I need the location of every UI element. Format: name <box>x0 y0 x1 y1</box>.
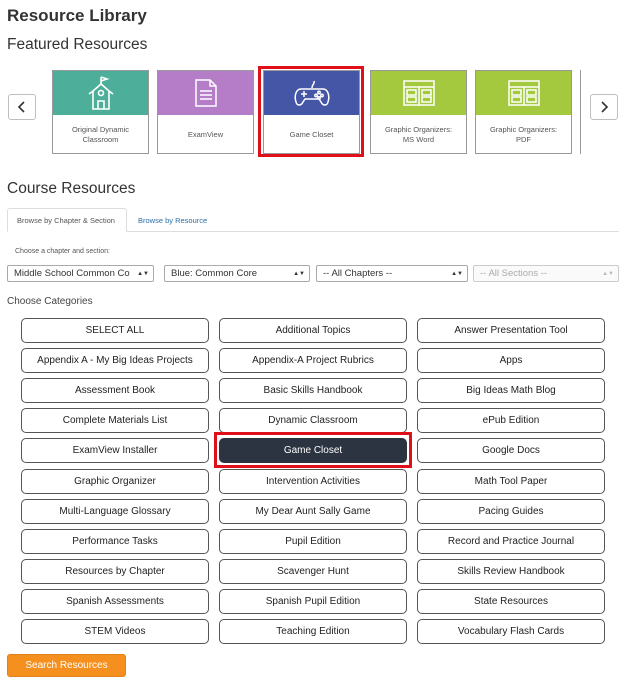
card-icon-area <box>476 71 571 115</box>
select-value: Middle School Common Co <box>14 268 130 279</box>
caret-down-icon: ▲▼ <box>137 271 149 277</box>
category-button[interactable]: Record and Practice Journal <box>417 529 605 554</box>
card-label: Graphic Organizers: MS Word <box>384 125 453 144</box>
category-button[interactable]: ExamView Installer <box>21 438 209 463</box>
organizer-icon <box>507 80 540 106</box>
select-value: Blue: Common Core <box>171 268 258 279</box>
schoolhouse-icon <box>88 76 113 110</box>
category-button[interactable]: Intervention Activities <box>219 469 407 494</box>
category-button[interactable]: Google Docs <box>417 438 605 463</box>
carousel-next-button[interactable] <box>590 94 618 120</box>
gamepad-icon <box>293 80 330 106</box>
category-button[interactable]: Multi-Language Glossary <box>21 499 209 524</box>
featured-card-game-closet[interactable]: Game Closet <box>263 70 360 154</box>
card-icon-area <box>371 71 466 115</box>
course-select[interactable]: Middle School Common Co ▲▼ <box>7 265 154 282</box>
page-title: Resource Library <box>7 6 147 25</box>
category-button[interactable]: Appendix-A Project Rubrics <box>219 348 407 373</box>
card-label: Graphic Organizers: PDF <box>489 125 558 144</box>
chapter-select[interactable]: -- All Chapters -- ▲▼ <box>316 265 468 282</box>
caret-down-icon: ▲▼ <box>451 271 463 277</box>
card-icon-area <box>53 71 148 115</box>
browse-tabs: Browse by Chapter & Section Browse by Re… <box>7 208 619 232</box>
category-button[interactable]: Dynamic Classroom <box>219 408 407 433</box>
select-value: -- All Chapters -- <box>323 268 393 279</box>
chevron-right-icon <box>601 101 609 113</box>
category-button[interactable]: Performance Tasks <box>21 529 209 554</box>
card-label: Original Dynamic Classroom <box>71 125 130 144</box>
featured-card-partial <box>580 70 583 154</box>
category-button[interactable]: Spanish Assessments <box>21 589 209 614</box>
category-button[interactable]: Spanish Pupil Edition <box>219 589 407 614</box>
tab-browse-by-chapter-section[interactable]: Browse by Chapter & Section <box>7 208 127 232</box>
category-button[interactable]: Game Closet <box>219 438 407 463</box>
category-button[interactable]: Skills Review Handbook <box>417 559 605 584</box>
search-resources-button[interactable]: Search Resources <box>7 654 126 677</box>
edition-select[interactable]: Blue: Common Core ▲▼ <box>164 265 310 282</box>
card-icon-area <box>264 71 359 115</box>
featured-card-examview[interactable]: ExamView <box>157 70 254 154</box>
category-button[interactable]: Basic Skills Handbook <box>219 378 407 403</box>
category-button[interactable]: Math Tool Paper <box>417 469 605 494</box>
section-select: -- All Sections -- ▲▼ <box>473 265 619 282</box>
category-button[interactable]: Pacing Guides <box>417 499 605 524</box>
category-button[interactable]: STEM Videos <box>21 619 209 644</box>
featured-card-original-dynamic-classroom[interactable]: Original Dynamic Classroom <box>52 70 149 154</box>
featured-resources-heading: Featured Resources <box>7 36 148 53</box>
card-icon-area <box>158 71 253 115</box>
category-button[interactable]: Resources by Chapter <box>21 559 209 584</box>
category-button[interactable]: Pupil Edition <box>219 529 407 554</box>
featured-card-graphic-organizers-pdf[interactable]: Graphic Organizers: PDF <box>475 70 572 154</box>
featured-card-graphic-organizers-ms-word[interactable]: Graphic Organizers: MS Word <box>370 70 467 154</box>
category-button[interactable]: Apps <box>417 348 605 373</box>
chevron-left-icon <box>17 101 25 113</box>
category-button[interactable]: State Resources <box>417 589 605 614</box>
category-button[interactable]: Additional Topics <box>219 318 407 343</box>
select-value: -- All Sections -- <box>480 268 548 279</box>
caret-down-icon: ▲▼ <box>293 271 305 277</box>
course-resources-heading: Course Resources <box>7 180 136 197</box>
category-button[interactable]: Complete Materials List <box>21 408 209 433</box>
organizer-icon <box>402 80 435 106</box>
category-button[interactable]: ePub Edition <box>417 408 605 433</box>
chapter-section-label: Choose a chapter and section: <box>15 248 110 255</box>
category-button[interactable]: Scavenger Hunt <box>219 559 407 584</box>
category-button[interactable]: SELECT ALL <box>21 318 209 343</box>
carousel-prev-button[interactable] <box>8 94 36 120</box>
card-label: Game Closet <box>289 129 334 139</box>
category-button[interactable]: Vocabulary Flash Cards <box>417 619 605 644</box>
tab-browse-by-resource[interactable]: Browse by Resource <box>129 208 216 232</box>
category-button[interactable]: Big Ideas Math Blog <box>417 378 605 403</box>
category-button[interactable]: Assessment Book <box>21 378 209 403</box>
card-label: ExamView <box>187 129 224 139</box>
category-button[interactable]: My Dear Aunt Sally Game <box>219 499 407 524</box>
category-button[interactable]: Appendix A - My Big Ideas Projects <box>21 348 209 373</box>
choose-categories-label: Choose Categories <box>7 296 93 307</box>
caret-down-icon: ▲▼ <box>602 271 614 277</box>
document-icon <box>194 79 217 107</box>
category-button[interactable]: Answer Presentation Tool <box>417 318 605 343</box>
category-button[interactable]: Graphic Organizer <box>21 469 209 494</box>
category-button[interactable]: Teaching Edition <box>219 619 407 644</box>
